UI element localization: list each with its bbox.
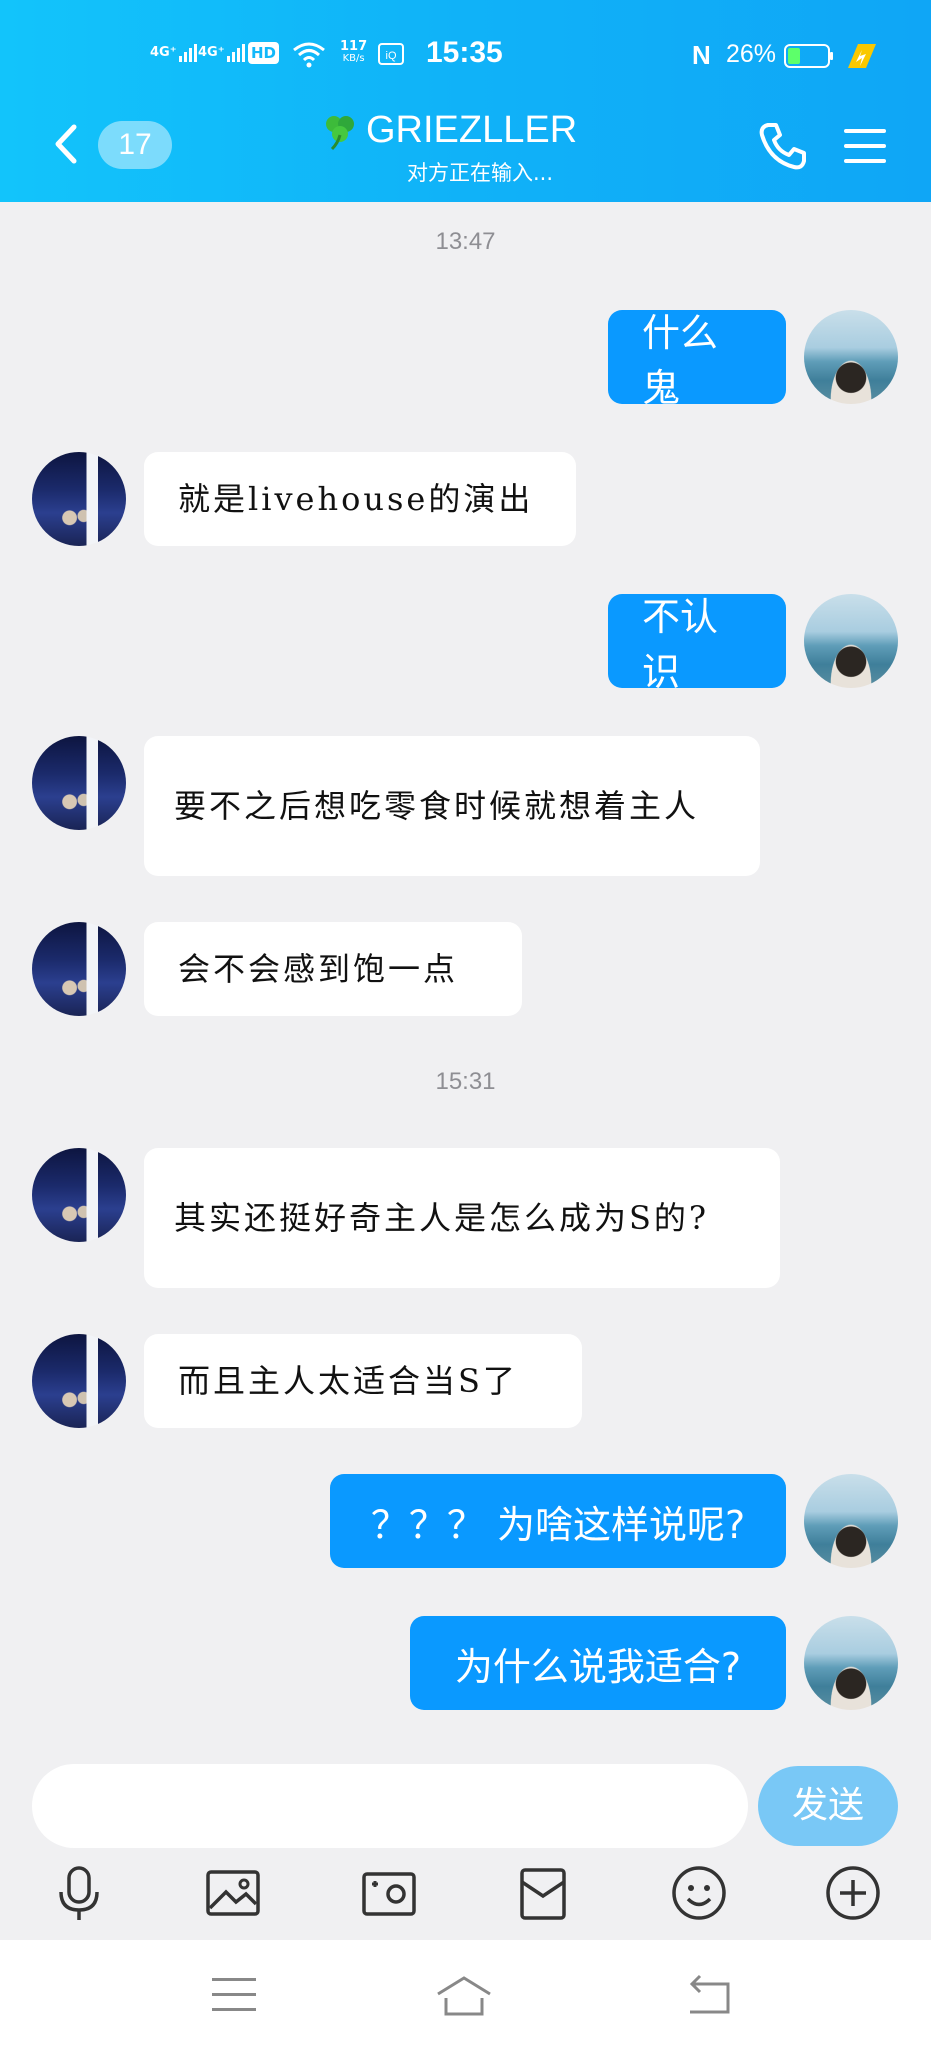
home-button[interactable] [434, 1970, 494, 2020]
nfc-icon: N [692, 40, 711, 70]
battery-icon [784, 44, 834, 68]
status-bar: 4G⁺ 4G⁺ HD 117 KB/s iQ 15:35 N 26% [0, 30, 931, 78]
chat-title-text: GRIEZLLER [366, 109, 578, 151]
clover-icon [326, 115, 354, 150]
app-icon: iQ [378, 43, 404, 65]
input-bar: 发送 [0, 1742, 931, 1938]
chevron-left-icon [55, 124, 77, 164]
chat-navbar: 17 GRIEZLLER 对方正在输入... [0, 105, 931, 185]
avatar-self[interactable] [804, 1474, 898, 1568]
recents-icon [212, 1978, 256, 2011]
system-nav-bar [0, 1940, 931, 2048]
wifi-icon [292, 40, 326, 68]
camera-icon[interactable] [358, 1862, 420, 1924]
message-bubble-other[interactable]: 而且主人太适合当S了 [144, 1334, 582, 1428]
charging-icon [842, 40, 878, 70]
message-list[interactable]: 13:47 什么鬼 就是livehouse的演出 不认识 要不之后想吃零食时候就… [0, 202, 931, 1742]
hamburger-icon [844, 129, 886, 163]
avatar-contact[interactable] [32, 922, 126, 1016]
chat-header: 4G⁺ 4G⁺ HD 117 KB/s iQ 15:35 N 26% 17 GR… [0, 0, 931, 202]
avatar-self[interactable] [804, 310, 898, 404]
chat-title[interactable]: GRIEZLLER [320, 109, 620, 152]
message-bubble-other[interactable]: 会不会感到饱一点 [144, 922, 522, 1016]
back-button[interactable] [46, 119, 86, 169]
timestamp: 13:47 [435, 228, 496, 255]
call-button[interactable] [756, 119, 810, 173]
message-bubble-self[interactable]: 什么鬼 [608, 310, 786, 410]
signal-1-icon: 4G⁺ [150, 42, 197, 62]
hd-icon: HD [248, 42, 280, 64]
plus-icon[interactable] [822, 1862, 884, 1924]
message-bubble-other[interactable]: 其实还挺好奇主人是怎么成为S的? [144, 1148, 780, 1288]
red-packet-icon[interactable] [512, 1862, 574, 1924]
avatar-contact[interactable] [32, 1334, 126, 1428]
avatar-contact[interactable] [32, 452, 126, 546]
network-speed: 117 KB/s [340, 39, 368, 64]
avatar-self[interactable] [804, 594, 898, 688]
back-nav-button[interactable] [680, 1970, 740, 2020]
status-time: 15:35 [426, 36, 503, 69]
toolbar [0, 1862, 931, 1932]
message-bubble-self[interactable]: 不认识 [608, 594, 786, 694]
image-icon[interactable] [202, 1862, 264, 1924]
battery-percent: 26% [726, 40, 777, 68]
message-bubble-other[interactable]: 要不之后想吃零食时候就想着主人 [144, 736, 760, 876]
message-bubble-self[interactable]: ？？？ 为啥这样说呢? [330, 1474, 786, 1568]
message-input[interactable] [32, 1764, 748, 1848]
timestamp: 15:31 [435, 1068, 496, 1095]
typing-status: 对方正在输入... [406, 161, 554, 185]
avatar-contact[interactable] [32, 1148, 126, 1242]
avatar-contact[interactable] [32, 736, 126, 830]
home-icon [437, 1976, 491, 2016]
send-button[interactable]: 发送 [758, 1766, 898, 1846]
svg-text:iQ: iQ [386, 50, 397, 62]
phone-icon [759, 123, 806, 170]
message-bubble-other[interactable]: 就是livehouse的演出 [144, 452, 576, 546]
message-bubble-self[interactable]: 为什么说我适合? [410, 1616, 786, 1710]
unread-count-badge[interactable]: 17 [98, 121, 172, 169]
back-arrow-icon [689, 1974, 730, 2014]
emoji-icon[interactable] [668, 1862, 730, 1924]
recents-button[interactable] [204, 1970, 264, 2020]
signal-2-icon: 4G⁺ [198, 42, 245, 62]
avatar-self[interactable] [804, 1616, 898, 1710]
microphone-icon[interactable] [48, 1862, 110, 1924]
menu-button[interactable] [840, 121, 890, 171]
